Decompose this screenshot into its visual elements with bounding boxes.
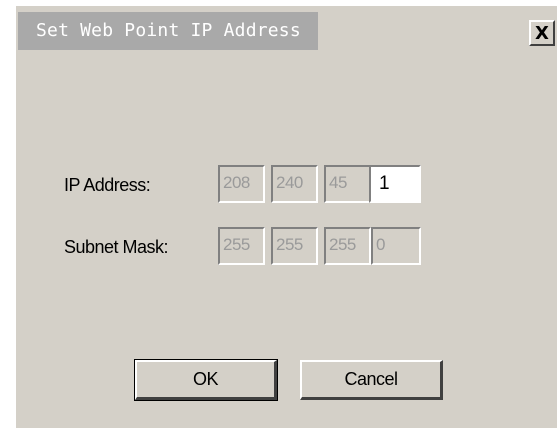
- cancel-button[interactable]: Cancel: [300, 360, 443, 400]
- subnet-mask-label: Subnet Mask:: [64, 237, 169, 257]
- ip-octet-3[interactable]: 45: [324, 165, 371, 203]
- ip-octet-2[interactable]: 240: [271, 165, 318, 203]
- dialog-title: Set Web Point IP Address: [36, 20, 301, 41]
- close-icon: X: [535, 22, 549, 44]
- mask-octet-1[interactable]: 255: [218, 227, 265, 265]
- mask-octet-4[interactable]: 0: [371, 227, 421, 265]
- ok-button[interactable]: OK: [134, 359, 278, 401]
- set-ip-dialog: Set Web Point IP Address X IP Address: 2…: [16, 6, 557, 428]
- ip-address-label: IP Address:: [64, 175, 151, 195]
- mask-octet-2[interactable]: 255: [271, 227, 318, 265]
- close-button[interactable]: X: [529, 20, 555, 46]
- ip-octet-4[interactable]: 1: [369, 165, 421, 203]
- mask-octet-3[interactable]: 255: [324, 227, 371, 265]
- ip-octet-1[interactable]: 208: [218, 165, 265, 203]
